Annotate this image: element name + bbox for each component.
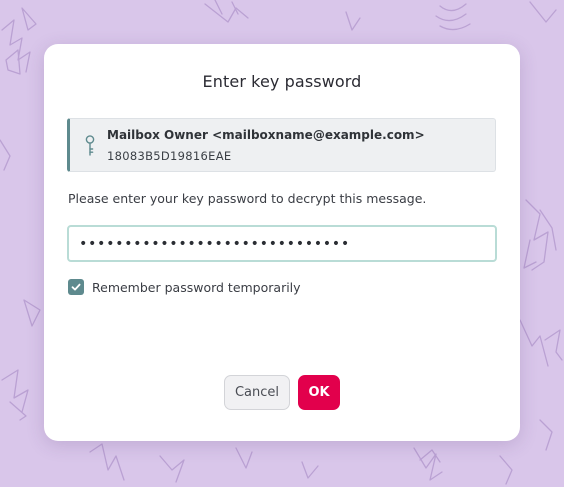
password-input[interactable] (67, 225, 497, 262)
prompt-text: Please enter your key password to decryp… (68, 191, 427, 206)
key-owner: Mailbox Owner <mailboxname@example.com> (107, 128, 425, 142)
key-icon (85, 135, 95, 156)
checkmark-icon (71, 283, 81, 291)
ok-button[interactable]: OK (298, 375, 340, 410)
key-info-card: Mailbox Owner <mailboxname@example.com> … (67, 118, 496, 172)
remember-option[interactable]: Remember password temporarily (68, 278, 301, 296)
cancel-button[interactable]: Cancel (224, 375, 290, 410)
remember-checkbox[interactable] (68, 279, 84, 295)
key-password-dialog: Enter key password Mailbox Owner <mailbo… (44, 44, 520, 441)
key-id: 18083B5D19816EAE (107, 149, 232, 163)
remember-label: Remember password temporarily (92, 279, 301, 295)
dialog-title: Enter key password (202, 72, 362, 91)
